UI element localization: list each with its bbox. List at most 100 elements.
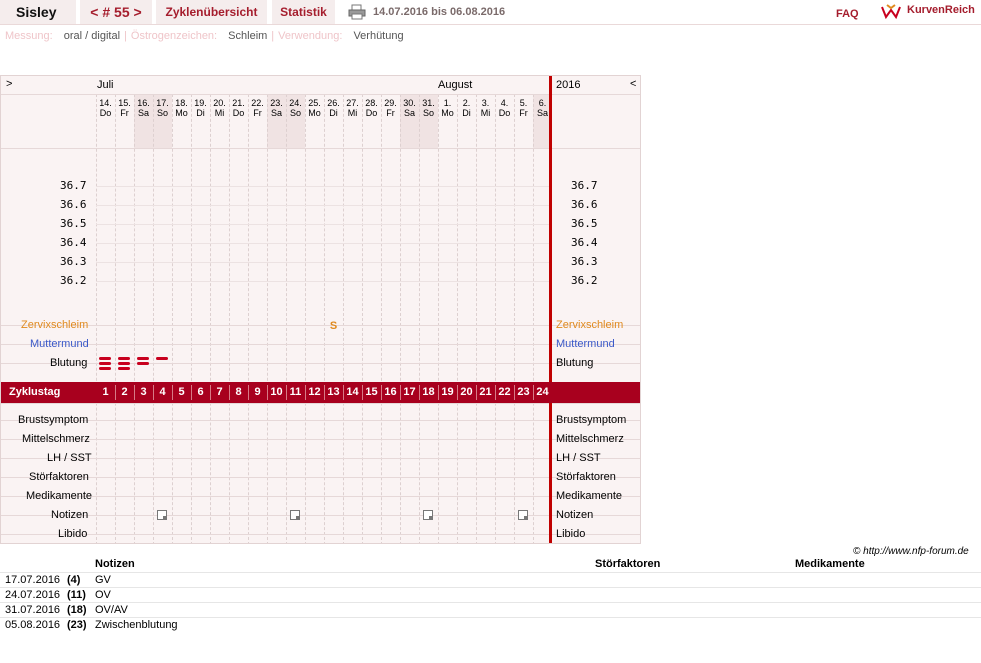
- zyklustag-label: Zyklustag: [9, 386, 61, 398]
- note-icon[interactable]: [518, 510, 528, 520]
- note-text: OV: [95, 589, 111, 601]
- day-date: 19.: [194, 98, 207, 108]
- bleeding-bar: [99, 362, 111, 365]
- day-weekday: Sa: [403, 108, 415, 118]
- zyklustag-number: 22: [498, 386, 511, 398]
- zyklustag-number: 16: [384, 386, 397, 398]
- zyklustag-divider: [172, 385, 173, 400]
- notes-row: 17.07.2016 (4) GV: [0, 572, 981, 587]
- row-label-notizen: Notizen: [51, 509, 89, 521]
- note-cycle-day: (4): [67, 574, 81, 586]
- temperature-gridline: [96, 205, 549, 206]
- row-gridline: [1, 496, 640, 497]
- day-weekday: Di: [329, 108, 338, 118]
- row-label-libido: Libido: [58, 528, 88, 540]
- day-date: 18.: [175, 98, 188, 108]
- zyklustag-divider: [419, 385, 420, 400]
- note-date: 31.07.2016: [5, 604, 61, 616]
- top-bar: Sisley < # 55 > Zyklenübersicht Statisti…: [0, 0, 981, 25]
- note-text: Zwischenblutung: [95, 619, 178, 631]
- row-label-libido-right: Libido: [556, 528, 586, 540]
- day-weekday: So: [289, 108, 301, 118]
- chart-nav-next[interactable]: <: [630, 78, 636, 90]
- row-gridline: [1, 148, 640, 149]
- note-date: 24.07.2016: [5, 589, 61, 601]
- temperature-tick-left: 36.7: [60, 179, 87, 192]
- zyklustag-divider: [476, 385, 477, 400]
- day-weekday: Sa: [270, 108, 282, 118]
- row-label-stoerfaktoren-right: Störfaktoren: [556, 471, 616, 483]
- copyright: © http://www.nfp-forum.de: [853, 546, 969, 557]
- kurvenreich-logo-icon[interactable]: [880, 2, 902, 20]
- row-gridline: [1, 363, 640, 364]
- row-gridline: [1, 420, 640, 421]
- chart-nav-prev[interactable]: >: [6, 78, 12, 90]
- temperature-tick-left: 36.5: [60, 217, 87, 230]
- zyklustag-number: 5: [178, 386, 185, 398]
- row-label-mittelschmerz-right: Mittelschmerz: [556, 433, 624, 445]
- sign-value: Schleim: [228, 30, 268, 42]
- zyklustag-divider: [134, 385, 135, 400]
- zyklustag-divider: [400, 385, 401, 400]
- temperature-tick-left: 36.2: [60, 274, 87, 287]
- zyklustag-number: 21: [479, 386, 492, 398]
- notes-row: 05.08.2016 (23) Zwischenblutung: [0, 617, 981, 632]
- temperature-gridline: [96, 243, 549, 244]
- bleeding-bar: [137, 362, 149, 365]
- cycle-navigator[interactable]: < # 55 >: [80, 0, 152, 24]
- note-icon[interactable]: [157, 510, 167, 520]
- day-weekday: Mi: [214, 108, 225, 118]
- note-cycle-day: (18): [67, 604, 87, 616]
- row-label-mittelschmerz: Mittelschmerz: [22, 433, 90, 445]
- note-icon[interactable]: [290, 510, 300, 520]
- day-weekday: Mo: [441, 108, 454, 118]
- zyklustag-divider: [381, 385, 382, 400]
- day-date: 20.: [213, 98, 226, 108]
- day-date: 22.: [251, 98, 264, 108]
- date-range: 14.07.2016 bis 06.08.2016: [373, 6, 506, 18]
- zyklustag-row: Zyklustag 1 2 3 4 5 6 7 8 9 10 11 12 13 14 15 16 17 18 19 2…: [1, 382, 640, 403]
- tab-statistik[interactable]: Statistik: [272, 0, 335, 24]
- day-date: 31.: [422, 98, 435, 108]
- row-gridline: [1, 403, 640, 404]
- note-text: GV: [95, 574, 111, 586]
- day-date: 2.: [462, 98, 471, 108]
- temperature-tick-right: 36.4: [571, 236, 598, 249]
- info-line: Messung: oral / digital | Östrogenzeichen:…: [5, 30, 404, 42]
- row-label-lh-sst: LH / SST: [47, 452, 92, 464]
- year-label: 2016: [556, 79, 581, 91]
- day-date: 21.: [232, 98, 245, 108]
- row-gridline: [1, 439, 640, 440]
- zyklustag-divider: [495, 385, 496, 400]
- kurvenreich-logo-text[interactable]: KurvenReich: [907, 4, 975, 16]
- zyklustag-number: 23: [517, 386, 530, 398]
- day-weekday: Do: [232, 108, 245, 118]
- row-label-notizen-right: Notizen: [556, 509, 594, 521]
- zyklustag-divider: [533, 385, 534, 400]
- zyklustag-divider: [229, 385, 230, 400]
- row-gridline: [1, 94, 640, 95]
- tab-zyklenuebersicht[interactable]: Zyklenübersicht: [156, 0, 267, 24]
- day-weekday: Fr: [519, 108, 528, 118]
- zyklustag-number: 6: [197, 386, 204, 398]
- row-label-muttermund: Muttermund: [30, 338, 89, 350]
- faq-link[interactable]: FAQ: [836, 8, 859, 20]
- notes-header-notizen: Notizen: [95, 558, 135, 570]
- notes-row: 31.07.2016 (18) OV/AV: [0, 602, 981, 617]
- row-label-medikamente-right: Medikamente: [556, 490, 623, 502]
- note-icon[interactable]: [423, 510, 433, 520]
- day-date: 15.: [118, 98, 131, 108]
- printer-icon[interactable]: [348, 4, 366, 20]
- day-weekday: Sa: [137, 108, 149, 118]
- note-date: 05.08.2016: [5, 619, 61, 631]
- day-date: 25.: [308, 98, 321, 108]
- use-value: Verhütung: [353, 30, 404, 42]
- row-label-zervixschleim: Zervixschleim: [21, 319, 89, 331]
- bleeding-bar: [118, 367, 130, 370]
- day-date: 14.: [99, 98, 112, 108]
- row-gridline: [1, 344, 640, 345]
- zyklustag-divider: [248, 385, 249, 400]
- zyklustag-number: 3: [140, 386, 147, 398]
- row-label-blutung-right: Blutung: [556, 357, 594, 369]
- bleeding-bar: [118, 357, 130, 360]
